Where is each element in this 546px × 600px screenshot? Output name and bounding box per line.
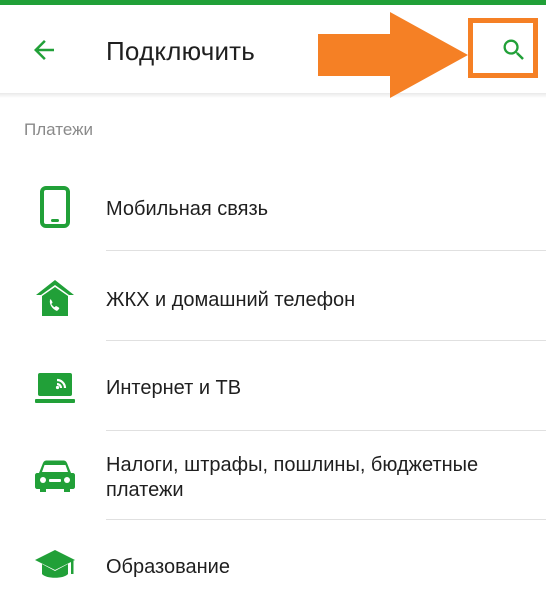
list-item-taxes[interactable]: Налоги, штрафы, пошлины, бюджетные плате… [0,440,546,518]
mobile-phone-icon [33,185,77,229]
list-item-label: Налоги, штрафы, пошлины, бюджетные плате… [106,454,479,501]
search-highlight-frame [468,18,538,78]
graduation-cap-icon [33,544,77,588]
list-item-label: Мобильная связь [106,198,269,220]
arrow-left-icon [34,40,54,60]
house-phone-icon [33,276,77,320]
divider [106,250,546,251]
divider [106,519,546,520]
list-item-housing[interactable]: ЖКХ и домашний телефон [0,270,546,340]
back-button[interactable] [22,28,66,72]
list-item-label: ЖКХ и домашний телефон [106,289,356,311]
divider [106,340,546,341]
list-item-education[interactable]: Образование [0,540,546,600]
list-item-mobile[interactable]: Мобильная связь [0,180,546,250]
annotation-arrow [318,12,468,98]
section-header: Платежи [24,120,93,139]
car-icon [33,454,77,498]
internet-tv-icon [33,366,77,410]
list-item-internet-tv[interactable]: Интернет и ТВ [0,360,546,430]
list-item-label: Образование [106,556,230,578]
list-item-label: Интернет и ТВ [106,377,242,399]
page-title: Подключить [106,36,256,66]
divider [106,430,546,431]
